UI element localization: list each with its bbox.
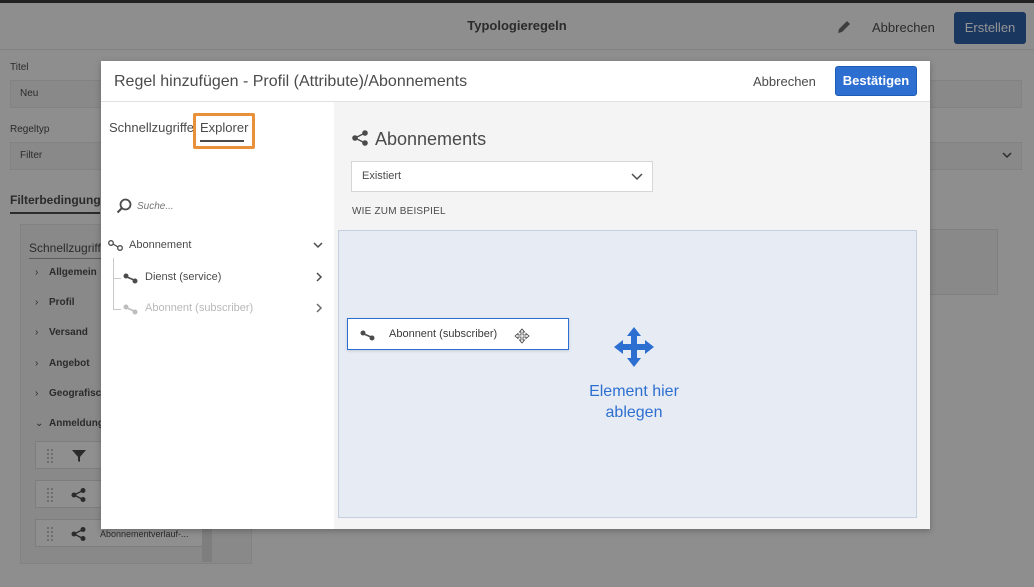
tree-item-subscription[interactable]: Abonnement xyxy=(129,239,191,251)
dragged-item[interactable]: Abonnent (subscriber) xyxy=(347,318,569,350)
chevron-right-icon[interactable] xyxy=(314,272,324,282)
drop-zone-text: Element hier ablegen xyxy=(569,381,699,423)
editor-heading: Abonnements xyxy=(375,129,487,149)
condition-editor-pane: Abonnements Existiert WIE ZUM BEISPIEL E… xyxy=(334,102,930,529)
tab-explorer-label: Explorer xyxy=(200,120,249,135)
dragged-item-label: Abonnent (subscriber) xyxy=(389,328,498,340)
dialog-header: Regel hinzufügen - Profil (Attribute)/Ab… xyxy=(101,61,930,102)
tree-connector xyxy=(113,309,121,310)
link-icon xyxy=(123,304,138,315)
chevron-down-icon xyxy=(631,173,643,181)
move-icon xyxy=(614,327,654,367)
dialog-cancel-button[interactable]: Abbrechen xyxy=(753,74,816,89)
search-input[interactable] xyxy=(137,197,317,215)
drop-zone[interactable]: Element hier ablegen Abonnent (subscribe… xyxy=(338,230,917,518)
drop-text-line1: Element hier xyxy=(589,383,679,400)
link-icon xyxy=(108,240,123,251)
active-tab-underline xyxy=(200,140,244,142)
explorer-pane: Schnellzugriffe Explorer Abonnement Dien… xyxy=(101,102,334,529)
tree-item-service[interactable]: Dienst (service) xyxy=(145,271,221,283)
tree-item-subscriber[interactable]: Abonnent (subscriber) xyxy=(145,302,253,314)
add-rule-dialog: Regel hinzufügen - Profil (Attribute)/Ab… xyxy=(101,61,930,529)
tab-shortcuts[interactable]: Schnellzugriffe xyxy=(109,120,194,135)
example-label: WIE ZUM BEISPIEL xyxy=(352,206,446,217)
tree-connector xyxy=(113,278,121,279)
tree-connector xyxy=(113,258,114,310)
drop-text-line2: ablegen xyxy=(605,404,663,421)
chevron-down-icon[interactable] xyxy=(313,240,323,250)
operator-select[interactable]: Existiert xyxy=(351,161,653,192)
chevron-right-icon[interactable] xyxy=(314,303,324,313)
operator-value: Existiert xyxy=(362,170,402,182)
link-icon xyxy=(352,130,368,146)
search-icon xyxy=(116,198,132,214)
move-cursor-icon xyxy=(514,328,530,344)
confirm-button[interactable]: Bestätigen xyxy=(835,66,917,96)
link-icon xyxy=(360,330,375,341)
dialog-title: Regel hinzufügen - Profil (Attribute)/Ab… xyxy=(114,73,468,90)
tab-explorer[interactable]: Explorer xyxy=(193,113,255,149)
link-icon xyxy=(123,273,138,284)
